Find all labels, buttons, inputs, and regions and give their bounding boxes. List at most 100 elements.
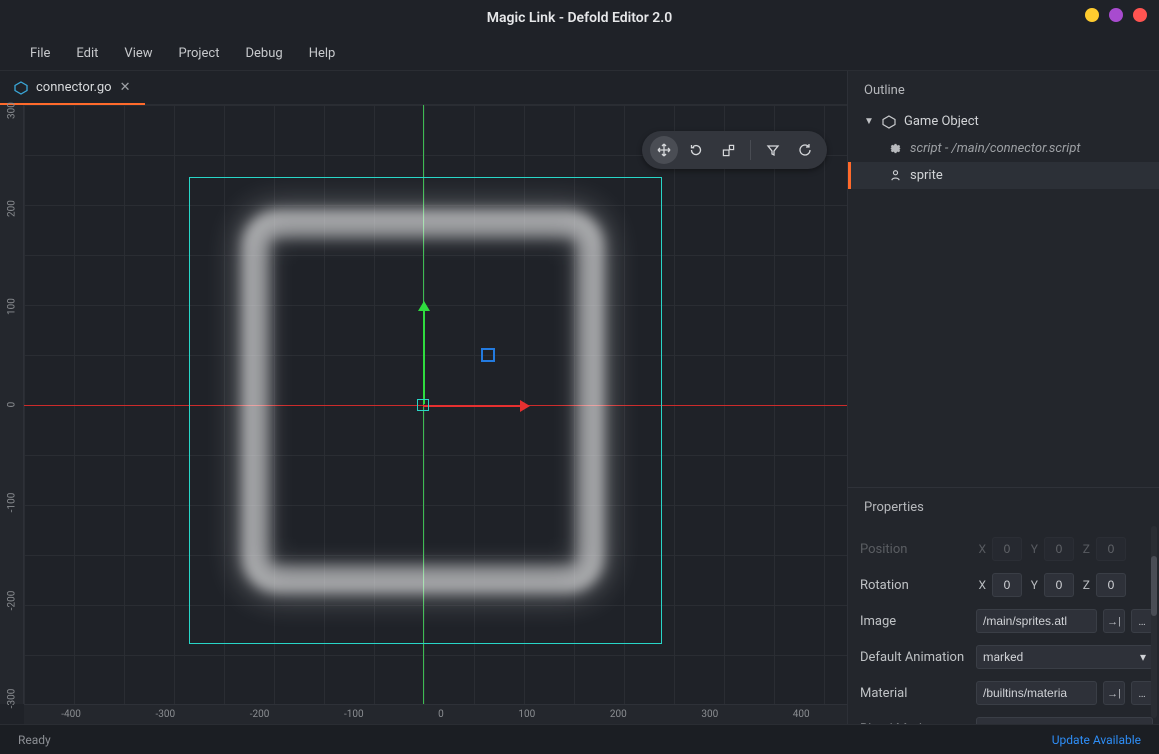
- outline-label: Game Object: [904, 114, 979, 129]
- ruler-x-tick: 300: [701, 709, 718, 720]
- caret-down-icon[interactable]: ▼: [864, 116, 874, 127]
- scene-toolbar: [642, 131, 827, 169]
- update-available-link[interactable]: Update Available: [1052, 733, 1141, 747]
- ruler-x-tick: -100: [344, 709, 364, 720]
- axis-label-y: Y: [1028, 578, 1038, 592]
- outline-game-object[interactable]: ▼ Game Object: [848, 108, 1159, 135]
- scale-tool[interactable]: [714, 136, 742, 164]
- browse-button[interactable]: …: [1131, 609, 1153, 633]
- rotate-tool[interactable]: [682, 136, 710, 164]
- tab-label: connector.go: [36, 80, 112, 95]
- menu-bar: File Edit View Project Debug Help: [0, 36, 1159, 70]
- prop-default-animation: Default Animation marked ▾: [860, 645, 1153, 669]
- ruler-y-tick: 300: [7, 99, 18, 123]
- close-button[interactable]: [1133, 8, 1147, 22]
- menu-view[interactable]: View: [124, 46, 152, 61]
- prop-label-blend-mode: Blend Mode: [860, 722, 970, 725]
- ruler-y-tick: -200: [7, 589, 18, 613]
- prop-image: Image →| …: [860, 609, 1153, 633]
- axis-label-y: Y: [1028, 542, 1038, 556]
- main-area: connector.go ✕ 300 200 100 0 -100 -200 -…: [0, 70, 1159, 724]
- blend-mode-select[interactable]: Add ▾: [976, 717, 1153, 724]
- position-z-input[interactable]: [1096, 537, 1126, 561]
- rotation-y-input[interactable]: [1044, 573, 1074, 597]
- properties-title: Properties: [848, 488, 1159, 525]
- game-object-icon: [14, 81, 28, 95]
- gizmo-origin[interactable]: [417, 399, 429, 411]
- outline-sprite[interactable]: sprite: [848, 162, 1159, 189]
- rotation-z-input[interactable]: [1096, 573, 1126, 597]
- prop-rotation: Rotation X Y Z: [860, 573, 1153, 597]
- ruler-y-tick: 100: [7, 295, 18, 319]
- outline-label: sprite: [910, 168, 943, 183]
- editor-pane: connector.go ✕ 300 200 100 0 -100 -200 -…: [0, 71, 847, 724]
- prop-blend-mode: Blend Mode Add ▾: [860, 717, 1153, 724]
- status-bar: Ready Update Available: [0, 724, 1159, 754]
- prop-label-position: Position: [860, 542, 970, 557]
- ruler-horizontal: -400 -300 -200 -100 0 100 200 300 400: [24, 704, 847, 724]
- window-controls: [1085, 8, 1147, 22]
- status-text: Ready: [18, 733, 51, 747]
- chevron-down-icon: ▾: [1140, 722, 1146, 724]
- browse-button[interactable]: …: [1131, 681, 1153, 705]
- prop-label-rotation: Rotation: [860, 578, 970, 593]
- select-value: Add: [983, 722, 1004, 724]
- select-value: marked: [983, 650, 1023, 664]
- title-bar: Magic Link - Defold Editor 2.0: [0, 0, 1159, 36]
- prop-label-material: Material: [860, 686, 970, 701]
- gizmo-y-axis[interactable]: [423, 309, 425, 405]
- menu-file[interactable]: File: [30, 46, 50, 61]
- axis-label-x: X: [976, 542, 986, 556]
- chevron-down-icon: ▾: [1140, 650, 1146, 664]
- ruler-x-tick: 0: [438, 709, 444, 720]
- right-sidebar: Outline ▼ Game Object script - /main/con…: [847, 71, 1159, 724]
- default-animation-select[interactable]: marked ▾: [976, 645, 1153, 669]
- menu-help[interactable]: Help: [309, 46, 336, 61]
- tab-close-icon[interactable]: ✕: [120, 81, 131, 94]
- ruler-y-tick: 200: [7, 197, 18, 221]
- maximize-button[interactable]: [1109, 8, 1123, 22]
- goto-resource-button[interactable]: →|: [1103, 609, 1125, 633]
- prop-material: Material →| …: [860, 681, 1153, 705]
- outline-script[interactable]: script - /main/connector.script: [848, 135, 1159, 162]
- ruler-y-tick: -100: [7, 491, 18, 515]
- position-x-input[interactable]: [992, 537, 1022, 561]
- move-tool[interactable]: [650, 136, 678, 164]
- minimize-button[interactable]: [1085, 8, 1099, 22]
- gear-icon: [888, 142, 902, 156]
- gizmo-x-axis[interactable]: [423, 405, 522, 407]
- ruler-vertical: 300 200 100 0 -100 -200 -300: [0, 105, 24, 704]
- ruler-x-tick: 200: [610, 709, 627, 720]
- image-path-input[interactable]: [976, 609, 1097, 633]
- properties-scrollbar[interactable]: [1151, 526, 1157, 718]
- properties-panel: Properties Position X Y Z Rotation: [848, 488, 1159, 724]
- prop-label-default-animation: Default Animation: [860, 650, 970, 665]
- ruler-y-tick: 0: [7, 393, 18, 417]
- window-title: Magic Link - Defold Editor 2.0: [487, 10, 672, 26]
- ruler-x-tick: -300: [156, 709, 176, 720]
- scrollbar-thumb[interactable]: [1151, 556, 1157, 616]
- tab-strip: connector.go ✕: [0, 71, 847, 105]
- ruler-x-tick: -400: [61, 709, 81, 720]
- refresh-tool[interactable]: [791, 136, 819, 164]
- menu-debug[interactable]: Debug: [246, 46, 283, 61]
- goto-resource-button[interactable]: →|: [1103, 681, 1125, 705]
- scene-viewport[interactable]: 300 200 100 0 -100 -200 -300: [0, 105, 847, 724]
- scene-canvas[interactable]: [24, 105, 847, 704]
- visibility-filter-tool[interactable]: [759, 136, 787, 164]
- ruler-x-tick: 400: [793, 709, 810, 720]
- axis-label-z: Z: [1080, 542, 1090, 556]
- game-object-icon: [882, 115, 896, 129]
- toolbar-separator: [750, 140, 751, 160]
- gizmo-z-plane[interactable]: [481, 348, 495, 362]
- outline-panel: Outline ▼ Game Object script - /main/con…: [848, 71, 1159, 488]
- ruler-x-tick: -200: [250, 709, 270, 720]
- menu-edit[interactable]: Edit: [76, 46, 98, 61]
- tab-connector-go[interactable]: connector.go ✕: [0, 71, 145, 104]
- outline-label: script - /main/connector.script: [910, 141, 1081, 156]
- material-path-input[interactable]: [976, 681, 1097, 705]
- menu-project[interactable]: Project: [179, 46, 220, 61]
- position-y-input[interactable]: [1044, 537, 1074, 561]
- sprite-icon: [888, 169, 902, 183]
- rotation-x-input[interactable]: [992, 573, 1022, 597]
